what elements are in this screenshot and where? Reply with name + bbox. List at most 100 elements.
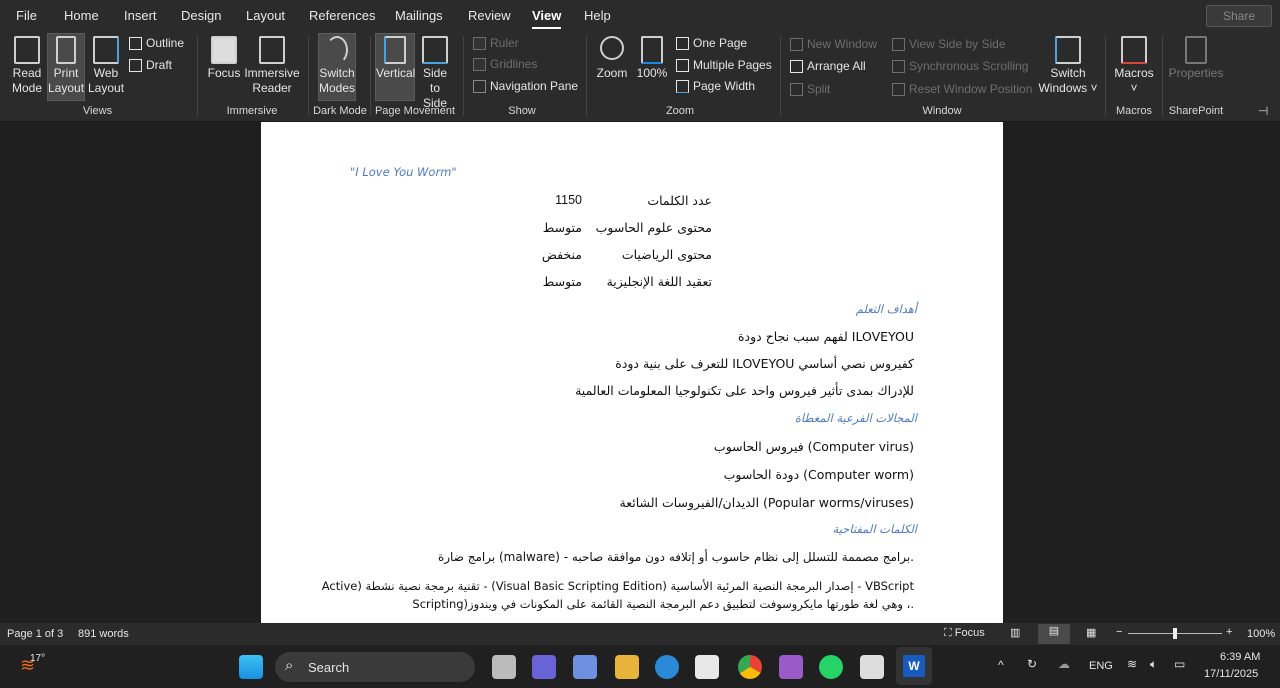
side-to-side-button[interactable]: Side to Side bbox=[418, 34, 452, 111]
volume-icon[interactable]: 🔈︎ bbox=[1150, 657, 1157, 672]
pin-ribbon-icon[interactable]: ⊣ bbox=[1258, 104, 1268, 118]
ruler-checkbox[interactable]: Ruler bbox=[473, 36, 519, 50]
multiple-pages-button[interactable]: Multiple Pages bbox=[676, 58, 772, 72]
page-width-icon bbox=[676, 79, 689, 93]
edge-icon[interactable] bbox=[655, 655, 679, 679]
tab-file[interactable]: File bbox=[16, 8, 37, 23]
draft-icon bbox=[129, 58, 142, 72]
tab-insert[interactable]: Insert bbox=[124, 8, 157, 23]
table-label: تعقيد اللغة الإنجليزية bbox=[606, 274, 712, 289]
group-label-sharepoint: SharePoint bbox=[1168, 105, 1224, 117]
vertical-button[interactable]: Vertical bbox=[375, 33, 415, 101]
group-label-immersive: Immersive bbox=[226, 105, 278, 117]
tab-view[interactable]: View bbox=[532, 8, 562, 29]
divider bbox=[780, 36, 781, 116]
zoom-level[interactable]: 100% bbox=[1247, 628, 1275, 640]
split-icon bbox=[790, 82, 803, 96]
tab-design[interactable]: Design bbox=[181, 8, 221, 23]
heading-keywords: الكلمات المفتاحية bbox=[832, 522, 917, 536]
list-item: (Computer virus) فيروس الحاسوب bbox=[713, 439, 914, 454]
sync-icon[interactable]: ↻ bbox=[1027, 657, 1037, 671]
focus-icon: ⛶ bbox=[944, 627, 955, 639]
focus-mode-button[interactable]: ⛶ Focus bbox=[944, 627, 985, 640]
list-item: كفيروس نصي أساسي ILOVEYOU للتعرف على بني… bbox=[615, 356, 914, 371]
windows-start-icon[interactable] bbox=[239, 655, 263, 679]
tab-help[interactable]: Help bbox=[584, 8, 611, 23]
wifi-icon[interactable]: ≋ bbox=[1127, 657, 1137, 671]
synchronous-scrolling-button[interactable]: Synchronous Scrolling bbox=[892, 59, 1028, 73]
properties-button[interactable]: Properties bbox=[1166, 34, 1226, 81]
word-taskbar-button[interactable]: W bbox=[896, 647, 932, 685]
table-label: عدد الكلمات bbox=[647, 193, 712, 208]
clock-date[interactable]: 17/11/2025 bbox=[1204, 668, 1258, 680]
word-count[interactable]: 891 words bbox=[78, 628, 129, 640]
multiple-pages-icon bbox=[676, 58, 689, 72]
switch-modes-button[interactable]: Switch Modes bbox=[318, 33, 356, 101]
battery-icon[interactable]: ▭ bbox=[1174, 657, 1185, 671]
read-mode-button[interactable]: Read Mode bbox=[8, 34, 46, 96]
search-box[interactable]: ⌕ Search bbox=[275, 652, 475, 682]
file-explorer-icon[interactable] bbox=[615, 655, 639, 679]
zoom-out-button[interactable]: − bbox=[1116, 626, 1122, 638]
table-label: محتوى علوم الحاسوب bbox=[595, 220, 712, 235]
app-icon[interactable] bbox=[779, 655, 803, 679]
share-button[interactable]: Share bbox=[1206, 5, 1272, 27]
list-item: (Popular worms/viruses) الديدان/الفيروسا… bbox=[619, 495, 914, 510]
arrange-all-button[interactable]: Arrange All bbox=[790, 59, 866, 73]
cloud-offline-icon[interactable]: ☁ bbox=[1058, 657, 1070, 671]
menu-bar: File Home Insert Design Layout Reference… bbox=[0, 0, 1280, 32]
copilot-icon[interactable] bbox=[573, 655, 597, 679]
store-icon[interactable] bbox=[695, 655, 719, 679]
read-mode-view-icon[interactable]: ▥ bbox=[1010, 626, 1020, 639]
draft-button[interactable]: Draft bbox=[129, 58, 172, 72]
sync-scroll-icon bbox=[892, 59, 905, 73]
print-layout-view-icon[interactable]: ▤ bbox=[1038, 624, 1070, 644]
tab-review[interactable]: Review bbox=[468, 8, 511, 23]
language-indicator[interactable]: ENG bbox=[1089, 660, 1113, 672]
checkbox-icon bbox=[473, 79, 486, 93]
page-width-button[interactable]: Page Width bbox=[676, 79, 755, 93]
whatsapp-icon[interactable] bbox=[819, 655, 843, 679]
zoom-in-button[interactable]: + bbox=[1226, 626, 1232, 638]
tab-references[interactable]: References bbox=[309, 8, 375, 23]
print-layout-button[interactable]: Print Layout bbox=[47, 33, 85, 101]
navigation-pane-checkbox[interactable]: Navigation Pane bbox=[473, 79, 578, 93]
split-button[interactable]: Split bbox=[790, 82, 830, 96]
tab-mailings[interactable]: Mailings bbox=[395, 8, 443, 23]
show-hidden-icons[interactable]: ^ bbox=[998, 658, 1004, 672]
web-layout-view-icon[interactable]: ▦ bbox=[1086, 626, 1096, 639]
reset-window-position-button[interactable]: Reset Window Position bbox=[892, 82, 1032, 96]
macros-button[interactable]: Macros ˅ bbox=[1112, 34, 1156, 96]
teams-icon[interactable] bbox=[532, 655, 556, 679]
properties-icon bbox=[1185, 36, 1207, 64]
document-title: "I Love You Worm" bbox=[350, 165, 457, 179]
zoom-100-button[interactable]: 100% bbox=[636, 34, 668, 81]
book-icon bbox=[14, 36, 40, 64]
switch-windows-button[interactable]: Switch Windows ˅ bbox=[1038, 34, 1098, 96]
gridlines-checkbox[interactable]: Gridlines bbox=[473, 57, 537, 71]
tab-home[interactable]: Home bbox=[64, 8, 99, 23]
view-side-by-side-button[interactable]: View Side by Side bbox=[892, 37, 1006, 51]
page-count[interactable]: Page 1 of 3 bbox=[7, 628, 63, 640]
globe-icon bbox=[93, 36, 119, 64]
chrome-icon[interactable] bbox=[738, 655, 762, 679]
clock-time[interactable]: 6:39 AM bbox=[1220, 651, 1260, 663]
divider bbox=[308, 36, 309, 116]
divider bbox=[463, 36, 464, 116]
task-view-icon[interactable] bbox=[492, 655, 516, 679]
zoom-button[interactable]: Zoom bbox=[594, 34, 630, 81]
one-page-button[interactable]: One Page bbox=[676, 36, 747, 50]
snipping-tool-icon[interactable] bbox=[860, 655, 884, 679]
tab-layout[interactable]: Layout bbox=[246, 8, 285, 23]
web-layout-button[interactable]: Web Layout bbox=[88, 34, 124, 96]
outline-button[interactable]: Outline bbox=[129, 36, 184, 50]
vertical-scroll-icon bbox=[384, 36, 406, 64]
group-label-dark-mode: Dark Mode bbox=[313, 105, 367, 117]
focus-button[interactable]: Focus bbox=[206, 34, 242, 81]
moon-icon bbox=[326, 36, 348, 64]
immersive-reader-button[interactable]: Immersive Reader bbox=[244, 34, 300, 96]
paragraph: .برامج مصممة للتسلل إلى نظام حاسوب أو إت… bbox=[437, 550, 914, 564]
zoom-slider-thumb[interactable] bbox=[1173, 628, 1177, 639]
new-window-button[interactable]: New Window bbox=[790, 37, 877, 51]
document-page[interactable]: "I Love You Worm" عدد الكلمات 1150 محتوى… bbox=[261, 122, 1003, 623]
